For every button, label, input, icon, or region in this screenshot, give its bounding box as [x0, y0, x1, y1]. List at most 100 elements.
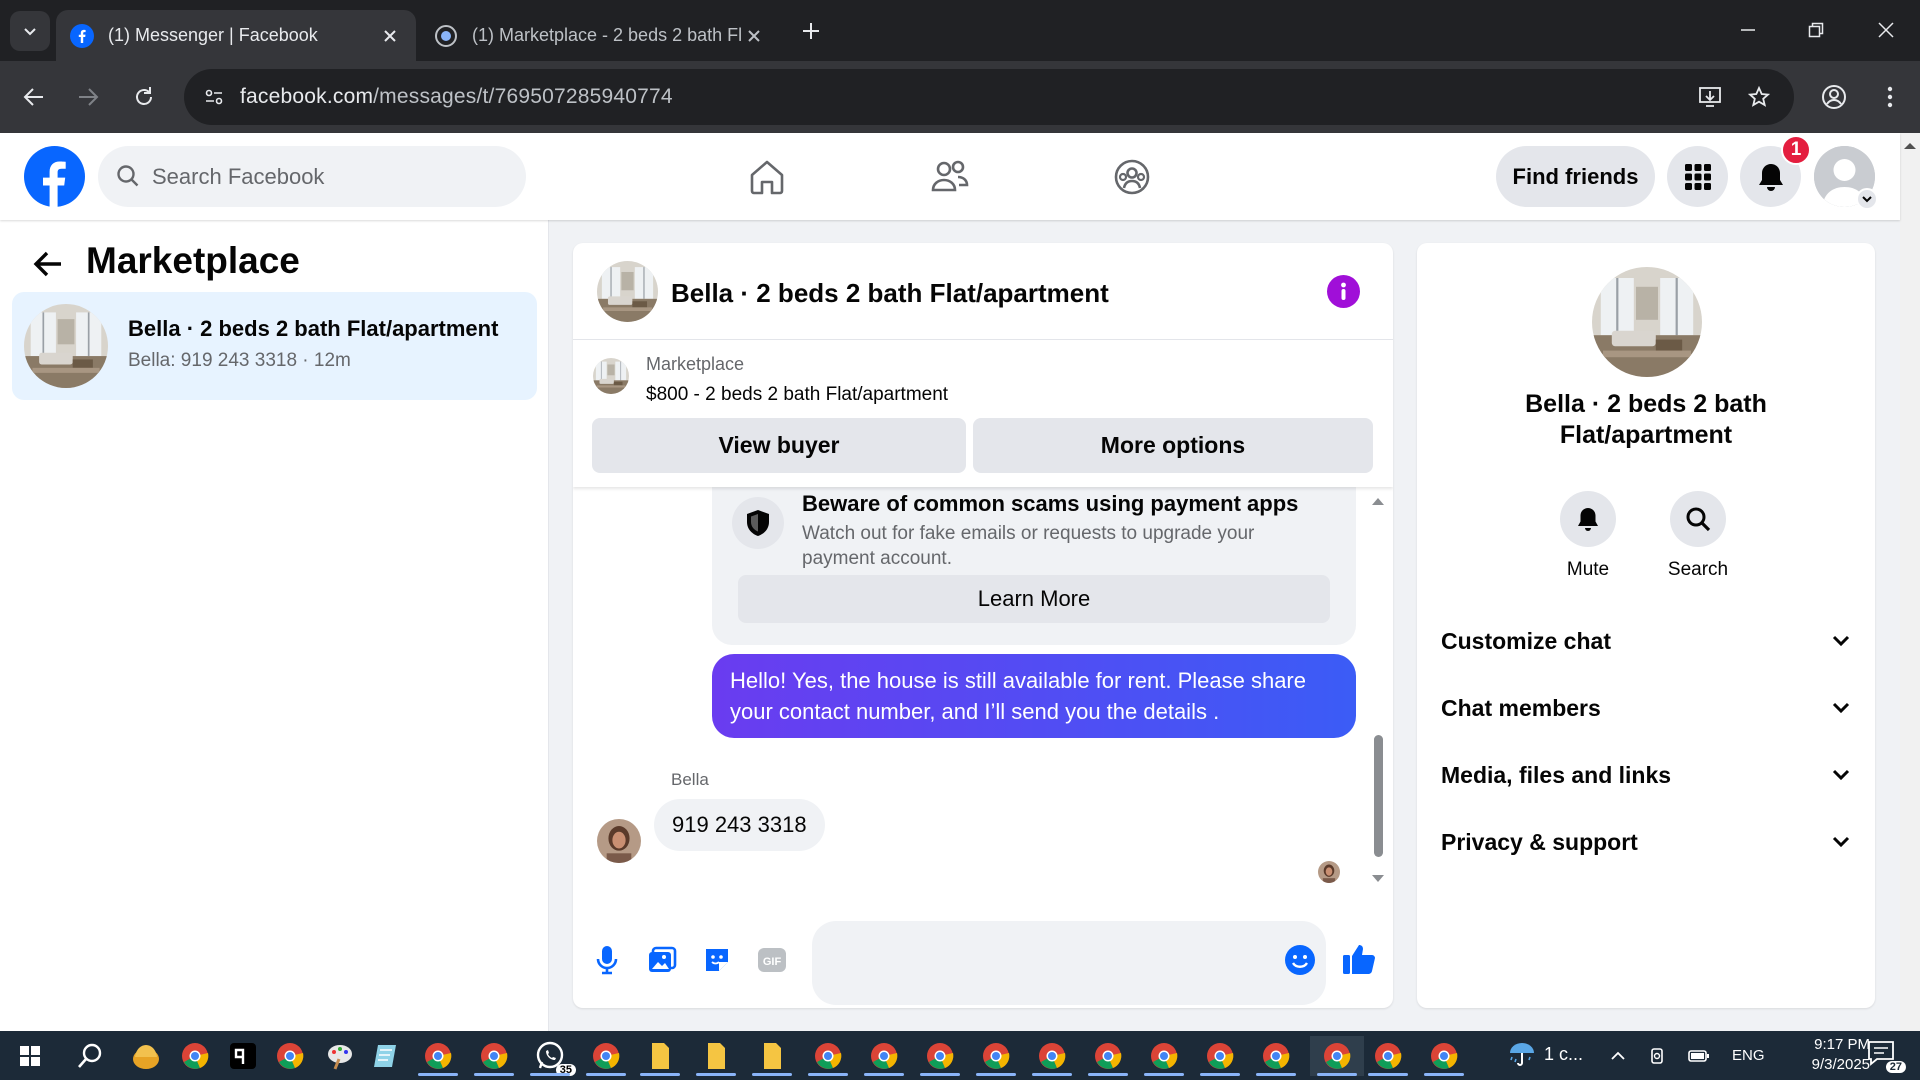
- thumbs-up-icon[interactable]: [1341, 941, 1377, 977]
- groups-nav-button[interactable]: [1106, 151, 1158, 203]
- notification-center-button[interactable]: 27: [1866, 1039, 1906, 1073]
- taskbar-chrome-icon[interactable]: [418, 1036, 458, 1076]
- taskbar-whatsapp-icon[interactable]: 35: [530, 1036, 576, 1076]
- scrollbar-thumb[interactable]: [1374, 735, 1383, 857]
- taskbar-chrome-icon[interactable]: [1424, 1036, 1464, 1076]
- view-buyer-button[interactable]: View buyer: [592, 418, 966, 473]
- facebook-search-input[interactable]: [152, 146, 512, 207]
- message-thread[interactable]: Beware of common scams using payment app…: [573, 487, 1393, 907]
- taskbar-chrome-icon[interactable]: [1368, 1036, 1408, 1076]
- taskbar-terminal-icon[interactable]: [223, 1036, 263, 1076]
- facebook-logo-icon[interactable]: [24, 146, 85, 207]
- taskbar-folder-icon[interactable]: [696, 1036, 736, 1076]
- customize-chat-section[interactable]: Customize chat: [1441, 612, 1851, 670]
- more-options-button[interactable]: More options: [973, 418, 1373, 473]
- taskbar-folder-icon[interactable]: [640, 1036, 680, 1076]
- install-app-icon[interactable]: [1694, 81, 1726, 113]
- new-tab-button[interactable]: [795, 15, 827, 47]
- taskbar-folder-icon[interactable]: [752, 1036, 792, 1076]
- close-window-button[interactable]: [1862, 10, 1910, 50]
- chat-members-section[interactable]: Chat members: [1441, 679, 1851, 737]
- omnibox[interactable]: facebook.com/messages/t/769507285940774: [184, 69, 1794, 125]
- battery-icon[interactable]: [1688, 1049, 1710, 1063]
- close-tab-icon[interactable]: [378, 24, 402, 48]
- running-indicator: [752, 1073, 792, 1076]
- taskbar-chrome-icon[interactable]: [976, 1036, 1016, 1076]
- taskbar-chrome-icon[interactable]: [864, 1036, 904, 1076]
- listing-photo[interactable]: [597, 261, 658, 322]
- menu-button[interactable]: [1667, 146, 1728, 207]
- reload-button[interactable]: [124, 77, 164, 117]
- facebook-favicon-icon: [70, 23, 94, 48]
- taskbar-chrome-icon[interactable]: [1256, 1036, 1296, 1076]
- windows-start-icon[interactable]: [10, 1036, 50, 1076]
- sender-avatar[interactable]: [597, 819, 641, 863]
- taskbar-chrome-icon[interactable]: [808, 1036, 848, 1076]
- tab-marketplace[interactable]: (1) Marketplace - 2 beds 2 bath Fla: [420, 10, 780, 61]
- facebook-search-box[interactable]: [98, 146, 526, 207]
- browser-menu-button[interactable]: [1870, 77, 1910, 117]
- running-indicator: [1032, 1073, 1072, 1076]
- incoming-message[interactable]: 919 243 3318: [654, 799, 825, 851]
- conversation-item[interactable]: Bella · 2 beds 2 bath Flat/apartment Bel…: [12, 292, 537, 400]
- running-indicator: [1144, 1073, 1184, 1076]
- back-button[interactable]: [14, 77, 54, 117]
- search-action[interactable]: Search: [1653, 491, 1743, 581]
- site-info-icon[interactable]: [198, 81, 230, 113]
- taskbar-chrome-icon[interactable]: [1144, 1036, 1184, 1076]
- chevron-down-icon: [24, 28, 36, 36]
- privacy-support-section[interactable]: Privacy & support: [1441, 813, 1851, 871]
- taskbar-chrome-icon[interactable]: [586, 1036, 626, 1076]
- taskbar-search-icon[interactable]: [70, 1036, 110, 1076]
- running-indicator: [474, 1073, 514, 1076]
- taskbar-chrome-icon[interactable]: [920, 1036, 960, 1076]
- home-nav-button[interactable]: [741, 151, 793, 203]
- taskbar-notes-icon[interactable]: [366, 1036, 406, 1076]
- search-icon[interactable]: [1670, 491, 1726, 547]
- taskbar-chrome-icon[interactable]: [270, 1036, 310, 1076]
- sticker-icon[interactable]: [700, 943, 734, 977]
- taskbar-chrome-icon[interactable]: [1088, 1036, 1128, 1076]
- back-arrow-icon[interactable]: [30, 246, 66, 282]
- close-tab-icon[interactable]: [742, 24, 766, 48]
- microphone-icon[interactable]: [590, 943, 624, 977]
- learn-more-button[interactable]: Learn More: [738, 575, 1330, 623]
- friends-nav-button[interactable]: [924, 151, 976, 203]
- tab-search-button[interactable]: [10, 11, 50, 51]
- bell-icon[interactable]: [1560, 491, 1616, 547]
- taskbar-chrome-icon[interactable]: [1032, 1036, 1072, 1076]
- taskbar-app-icon[interactable]: [126, 1036, 166, 1076]
- outgoing-message[interactable]: Hello! Yes, the house is still available…: [712, 654, 1356, 738]
- mute-action[interactable]: Mute: [1543, 491, 1633, 581]
- find-friends-button[interactable]: Find friends: [1496, 146, 1655, 207]
- page-scrollbar[interactable]: [1900, 133, 1920, 1031]
- listing-title[interactable]: $800 - 2 beds 2 bath Flat/apartment: [646, 384, 948, 406]
- browser-profile-button[interactable]: [1814, 77, 1854, 117]
- device-icon[interactable]: [1648, 1047, 1666, 1065]
- chevron-up-icon[interactable]: [1610, 1051, 1626, 1061]
- media-files-links-section[interactable]: Media, files and links: [1441, 746, 1851, 804]
- running-indicator: [1200, 1073, 1240, 1076]
- minimize-button[interactable]: [1724, 10, 1772, 50]
- bookmark-star-icon[interactable]: [1743, 81, 1775, 113]
- message-input[interactable]: [812, 921, 1326, 1005]
- emoji-icon[interactable]: [1283, 943, 1317, 977]
- taskbar-paint-icon[interactable]: [320, 1036, 360, 1076]
- taskbar-clock[interactable]: 9:17 PM 9/3/2025: [1760, 1035, 1870, 1075]
- info-icon[interactable]: [1327, 275, 1360, 308]
- chat-title[interactable]: Bella · 2 beds 2 bath Flat/apartment: [671, 278, 1109, 309]
- account-chevron-icon[interactable]: [1856, 188, 1878, 210]
- photo-attach-icon[interactable]: [645, 943, 679, 977]
- taskbar-chrome-icon-active[interactable]: [1310, 1036, 1364, 1076]
- gif-icon[interactable]: GIF: [755, 943, 789, 977]
- taskbar-chrome-icon[interactable]: [1200, 1036, 1240, 1076]
- scam-warning-card: Beware of common scams using payment app…: [712, 487, 1356, 645]
- taskbar-chrome-icon[interactable]: [474, 1036, 514, 1076]
- forward-button[interactable]: [68, 77, 108, 117]
- restore-button[interactable]: [1792, 10, 1840, 50]
- weather-widget[interactable]: 1 c...: [1508, 1041, 1583, 1067]
- mute-label: Mute: [1566, 559, 1610, 580]
- chat-scrollbar[interactable]: [1369, 495, 1387, 895]
- taskbar-chrome-icon[interactable]: [175, 1036, 215, 1076]
- tab-messenger[interactable]: (1) Messenger | Facebook: [56, 10, 416, 61]
